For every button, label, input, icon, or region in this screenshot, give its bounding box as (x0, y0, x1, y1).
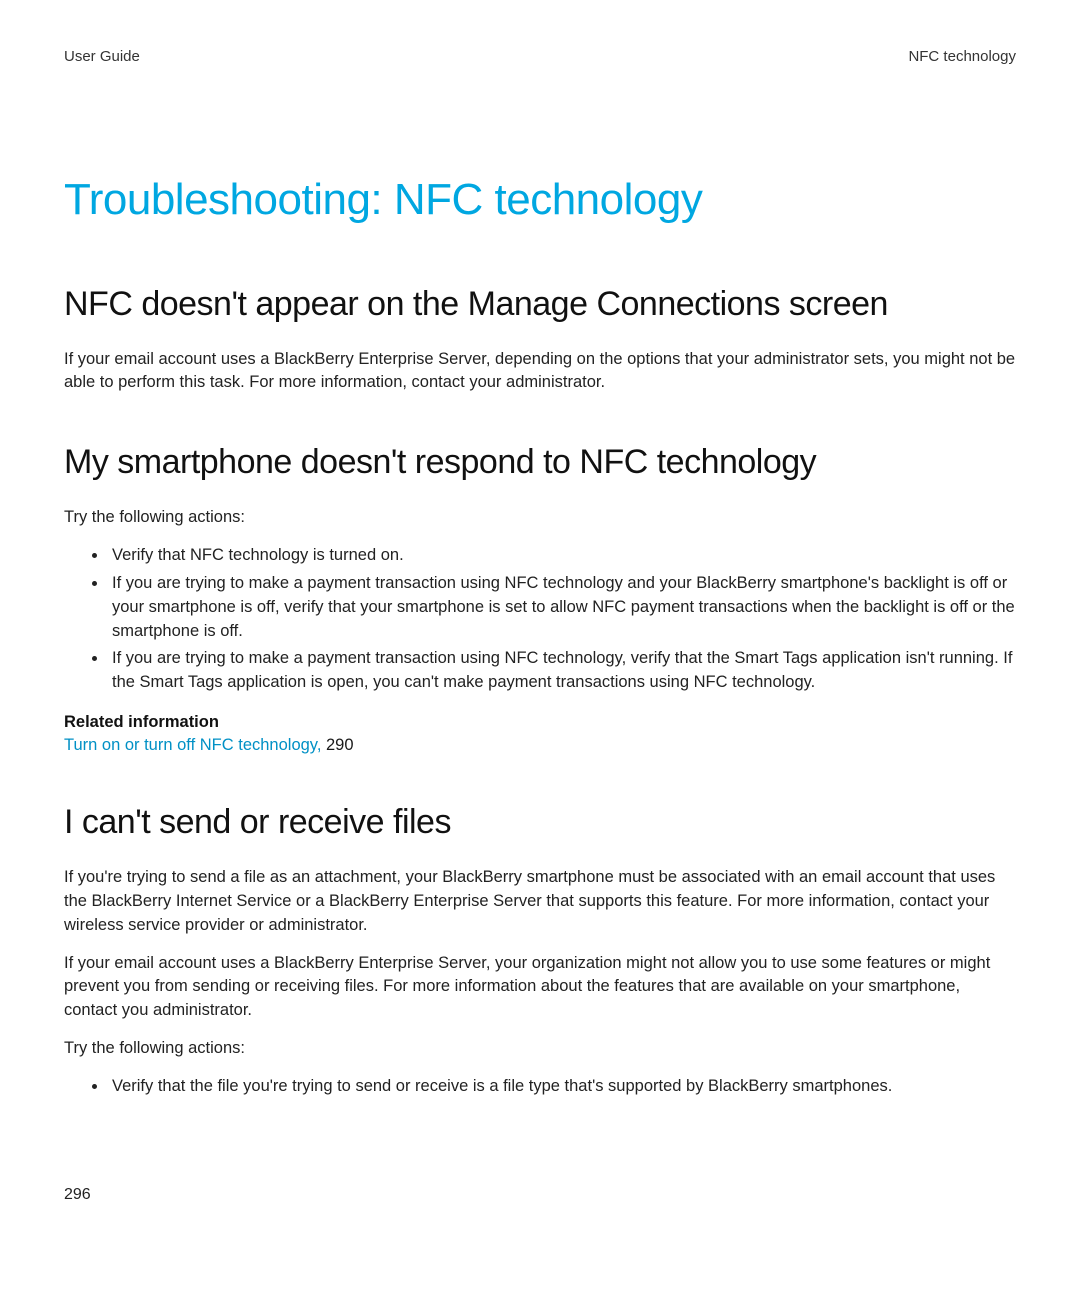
related-info-line: Turn on or turn off NFC technology, 290 (64, 736, 1016, 755)
body-paragraph: If you're trying to send a file as an at… (64, 866, 1016, 938)
section-heading-cant-send-receive: I can't send or receive files (64, 801, 1016, 844)
section-heading-no-response: My smartphone doesn't respond to NFC tec… (64, 441, 1016, 484)
list-item: Verify that the file you're trying to se… (108, 1075, 1016, 1099)
body-paragraph: Try the following actions: (64, 1037, 1016, 1061)
body-paragraph: If your email account uses a BlackBerry … (64, 952, 1016, 1024)
page-header: User Guide NFC technology (64, 48, 1016, 65)
header-left: User Guide (64, 48, 140, 65)
related-link[interactable]: Turn on or turn off NFC technology, (64, 736, 326, 754)
bullet-list: Verify that the file you're trying to se… (64, 1075, 1016, 1099)
list-item: Verify that NFC technology is turned on. (108, 544, 1016, 568)
page-number: 296 (64, 1186, 91, 1204)
list-item: If you are trying to make a payment tran… (108, 572, 1016, 644)
list-item: If you are trying to make a payment tran… (108, 647, 1016, 695)
header-right: NFC technology (908, 48, 1016, 65)
related-info-heading: Related information (64, 713, 1016, 732)
related-page-ref: 290 (326, 736, 354, 754)
section-heading-nfc-not-appear: NFC doesn't appear on the Manage Connect… (64, 283, 1016, 326)
document-page: User Guide NFC technology Troubleshootin… (0, 0, 1080, 1296)
page-title: Troubleshooting: NFC technology (64, 175, 1016, 225)
bullet-list: Verify that NFC technology is turned on.… (64, 544, 1016, 696)
body-paragraph: Try the following actions: (64, 506, 1016, 530)
body-paragraph: If your email account uses a BlackBerry … (64, 348, 1016, 396)
